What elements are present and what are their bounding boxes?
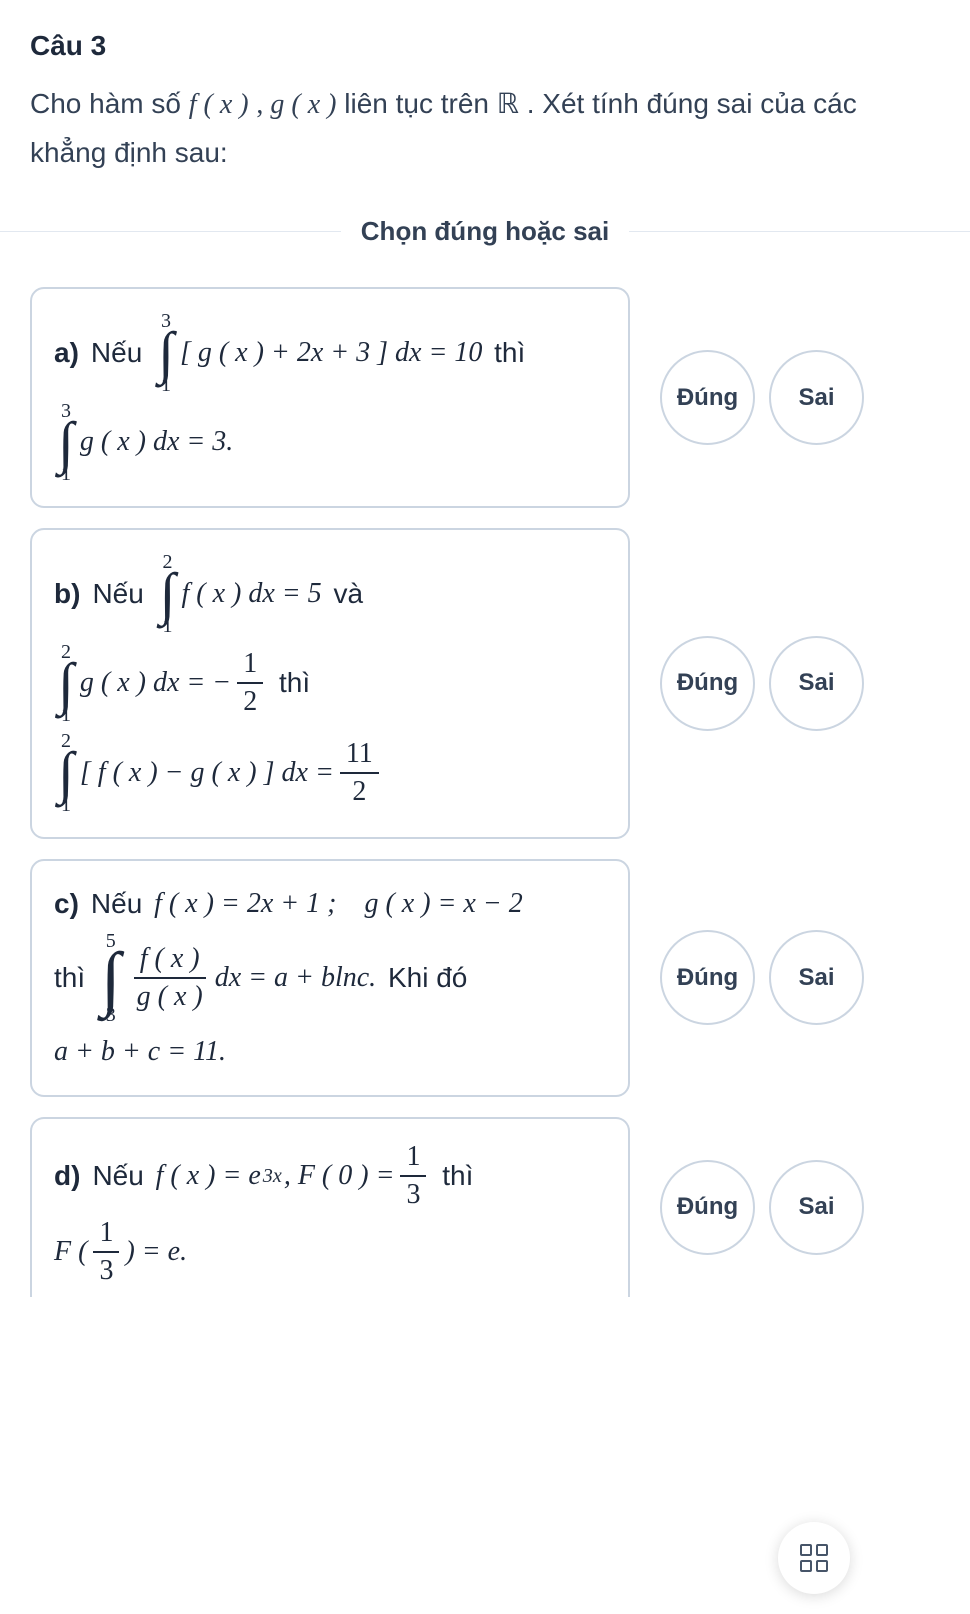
divider-line-right	[629, 231, 970, 232]
text-neu-d: Nếu	[92, 1155, 143, 1197]
true-button-d[interactable]: Đúng	[660, 1160, 755, 1255]
int-lb: 1	[163, 616, 173, 636]
int-body-a2: g ( x ) dx = 3.	[80, 421, 233, 463]
frac-den: 3	[93, 1253, 119, 1287]
true-button-a[interactable]: Đúng	[660, 350, 755, 445]
button-group-c: Đúng Sai	[650, 930, 940, 1025]
int-body-a1: [ g ( x ) + 2x + 3 ] dx = 10	[180, 332, 482, 374]
grid-icon	[800, 1544, 828, 1572]
apps-grid-button[interactable]	[778, 1522, 850, 1594]
statement-card-d: d) Nếu f ( x ) = e3x , F ( 0 ) = 1 3 thì…	[30, 1117, 630, 1298]
frac-den: 2	[346, 774, 372, 808]
eq-d1-sup: 3x	[263, 1161, 282, 1191]
frac-num: 1	[400, 1141, 426, 1177]
math-fx: f ( x )	[189, 89, 249, 120]
int-lb: 3	[106, 1005, 116, 1025]
fraction-b2: 1 2	[237, 648, 263, 718]
fraction-c: f ( x ) g ( x )	[131, 943, 209, 1013]
item-label-d: d)	[54, 1155, 80, 1197]
text-thi-d: thì	[442, 1155, 473, 1197]
false-button-d[interactable]: Sai	[769, 1160, 864, 1255]
eq-c-int-after: dx = a + blnc.	[215, 957, 376, 999]
integral-b3: 2 ∫ 1	[58, 731, 74, 815]
divider-label: Chọn đúng hoặc sai	[341, 216, 629, 247]
true-button-b[interactable]: Đúng	[660, 636, 755, 731]
integral-c: 5 ∫ 3	[101, 931, 121, 1025]
text-neu-b: Nếu	[92, 573, 143, 615]
integral-icon: ∫	[158, 331, 174, 375]
text-khido-c: Khi đó	[388, 957, 467, 999]
section-divider: Chọn đúng hoặc sai	[0, 216, 970, 247]
int-body-b3-pre: [ f ( x ) − g ( x ) ] dx =	[80, 752, 334, 794]
eq-c1: f ( x ) = 2x + 1 ; g ( x ) = x − 2	[154, 883, 523, 925]
qtext-part2: liên tục trên	[344, 88, 497, 119]
math-comma: ,	[256, 89, 270, 120]
text-neu-a: Nếu	[91, 332, 142, 374]
frac-num: f ( x )	[134, 943, 206, 979]
fraction-d2: 1 3	[93, 1217, 119, 1287]
eq-c2: a + b + c = 11.	[54, 1031, 226, 1073]
qtext-part1: Cho hàm số	[30, 88, 189, 119]
integral-icon: ∫	[58, 751, 74, 795]
integral-b1: 2 ∫ 1	[160, 552, 176, 636]
math-gx: g ( x )	[270, 89, 336, 120]
eq-d2-pre: F (	[54, 1231, 87, 1273]
item-row-c: c) Nếu f ( x ) = 2x + 1 ; g ( x ) = x − …	[30, 859, 940, 1097]
false-button-b[interactable]: Sai	[769, 636, 864, 731]
statement-card-c: c) Nếu f ( x ) = 2x + 1 ; g ( x ) = x − …	[30, 859, 630, 1097]
button-group-b: Đúng Sai	[650, 636, 940, 731]
frac-den: 2	[237, 684, 263, 718]
integral-b2: 2 ∫ 1	[58, 642, 74, 726]
int-body-b1: f ( x ) dx = 5	[181, 573, 321, 615]
statement-card-b: b) Nếu 2 ∫ 1 f ( x ) dx = 5 và 2 ∫ 1 g (…	[30, 528, 630, 839]
divider-line-left	[0, 231, 341, 232]
statement-card-a: a) Nếu 3 ∫ 1 [ g ( x ) + 2x + 3 ] dx = 1…	[30, 287, 630, 508]
false-button-a[interactable]: Sai	[769, 350, 864, 445]
frac-num: 11	[340, 738, 379, 774]
item-row-a: a) Nếu 3 ∫ 1 [ g ( x ) + 2x + 3 ] dx = 1…	[30, 287, 940, 508]
text-neu-c: Nếu	[91, 883, 142, 925]
int-body-b2-pre: g ( x ) dx = −	[80, 662, 231, 704]
item-label-c: c)	[54, 883, 79, 925]
integral-icon: ∫	[160, 572, 176, 616]
int-lb: 1	[61, 464, 71, 484]
eq-d2-post: ) = e.	[125, 1231, 187, 1273]
button-group-d: Đúng Sai	[650, 1160, 940, 1255]
question-title: Câu 3	[30, 30, 940, 62]
integral-icon: ∫	[58, 421, 74, 465]
item-row-b: b) Nếu 2 ∫ 1 f ( x ) dx = 5 và 2 ∫ 1 g (…	[30, 528, 940, 839]
item-label-b: b)	[54, 573, 80, 615]
text-va-b: và	[333, 573, 363, 615]
item-row-d: d) Nếu f ( x ) = e3x , F ( 0 ) = 1 3 thì…	[30, 1117, 940, 1298]
text-thi-b: thì	[279, 662, 310, 704]
int-lb: 1	[161, 375, 171, 395]
eq-d1-pre: f ( x ) = e	[156, 1155, 261, 1197]
integral-icon: ∫	[101, 951, 121, 1005]
frac-num: 1	[237, 648, 263, 684]
integral-a1: 3 ∫ 1	[158, 311, 174, 395]
eq-d1-mid: , F ( 0 ) =	[284, 1155, 395, 1197]
question-text: Cho hàm số f ( x ) , g ( x ) liên tục tr…	[30, 80, 940, 176]
button-group-a: Đúng Sai	[650, 350, 940, 445]
fraction-b3: 11 2	[340, 738, 379, 808]
frac-den: g ( x )	[131, 979, 209, 1013]
text-thi-a: thì	[494, 332, 525, 374]
integral-icon: ∫	[58, 662, 74, 706]
frac-num: 1	[93, 1217, 119, 1253]
text-thi-c: thì	[54, 957, 85, 999]
int-lb: 1	[61, 795, 71, 815]
item-label-a: a)	[54, 332, 79, 374]
math-real: ℝ	[497, 89, 519, 120]
integral-a2: 3 ∫ 1	[58, 401, 74, 485]
frac-den: 3	[400, 1177, 426, 1211]
int-lb: 1	[61, 705, 71, 725]
true-button-c[interactable]: Đúng	[660, 930, 755, 1025]
fraction-d1: 1 3	[400, 1141, 426, 1211]
false-button-c[interactable]: Sai	[769, 930, 864, 1025]
